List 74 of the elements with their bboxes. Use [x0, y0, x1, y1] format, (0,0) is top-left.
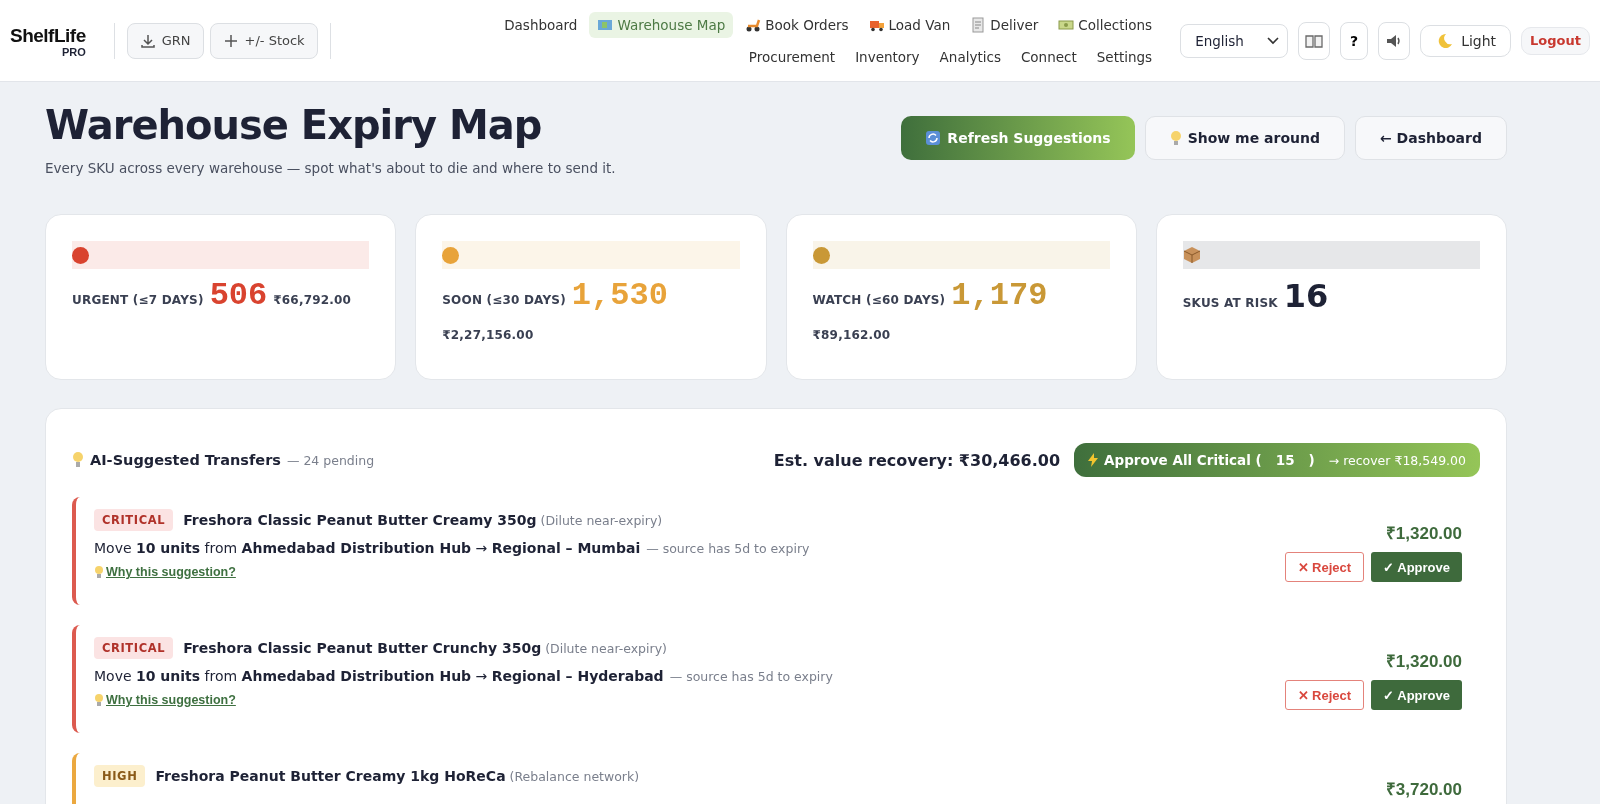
- help-button[interactable]: ?: [1340, 21, 1369, 60]
- logout-button[interactable]: Logout: [1521, 26, 1590, 55]
- nav-item[interactable]: Settings: [1088, 43, 1161, 70]
- refresh-icon: [925, 130, 942, 146]
- stat-amount: ₹89,162.00: [812, 328, 891, 342]
- stat-value: 1,530: [571, 277, 668, 314]
- severity-badge: CRITICAL: [94, 637, 174, 659]
- chevron-down-icon: [1267, 36, 1280, 45]
- stat-label: SKUS AT RISK: [1182, 296, 1278, 310]
- stat-value: 16: [1283, 277, 1329, 315]
- theme-toggle[interactable]: Light: [1420, 24, 1512, 57]
- guide-button[interactable]: [1298, 21, 1331, 60]
- language-select[interactable]: English: [1180, 23, 1289, 58]
- lightbulb-icon: [94, 693, 104, 707]
- transfer-value: ₹1,320.00: [1385, 651, 1462, 672]
- lightbulb-icon: [72, 451, 84, 469]
- product-name: Freshora Classic Peanut Butter Creamy 350g: [183, 512, 537, 528]
- lightbulb-icon: [94, 565, 104, 579]
- transfer-route: Move 10 units from Ahmedabad Distribution Hub → Regional – Hyderabad: [94, 668, 664, 684]
- approve-button[interactable]: ✓ Approve: [1371, 680, 1462, 710]
- nav-item[interactable]: Connect: [1012, 43, 1085, 70]
- stat-label: URGENT (≤7 DAYS): [72, 293, 204, 307]
- plus-icon: [222, 32, 239, 49]
- back-button[interactable]: ← Dashboard: [1355, 116, 1507, 160]
- refresh-button[interactable]: Refresh Suggestions: [901, 116, 1135, 160]
- nav-item[interactable]: Dashboard: [496, 11, 586, 38]
- package-icon: [1182, 246, 1201, 264]
- value-recovery: Est. value recovery: ₹30,466.00: [773, 450, 1061, 470]
- severity-badge: HIGH: [94, 765, 146, 787]
- nav-item[interactable]: Collections: [1050, 11, 1161, 38]
- approve-button[interactable]: ✓ Approve: [1371, 552, 1462, 582]
- transfer-reason: (Dilute near-expiry): [540, 512, 663, 528]
- lightning-icon: [1088, 453, 1099, 467]
- nav-item[interactable]: Load Van: [860, 11, 959, 38]
- expiry-note: — source has 5d to expiry: [646, 541, 810, 556]
- stat-value: 506: [209, 277, 268, 314]
- nav-item[interactable]: Book Orders: [737, 11, 857, 38]
- download-icon: [139, 32, 156, 49]
- product-name: Freshora Classic Peanut Butter Crunchy 350g: [183, 640, 542, 656]
- sound-button[interactable]: [1378, 21, 1411, 60]
- expiry-note: — source has 5d to expiry: [669, 669, 833, 684]
- product-name: Freshora Peanut Butter Creamy 1kg HoReCa: [155, 768, 506, 784]
- severity-badge: CRITICAL: [94, 509, 174, 531]
- transfer-value: ₹3,720.00: [1385, 779, 1462, 800]
- reject-button[interactable]: ✕ Reject: [1284, 680, 1365, 710]
- transfer-route: Move 10 units from Ahmedabad Distribution Hub → Regional – Mumbai: [94, 540, 641, 556]
- why-suggestion-link[interactable]: Why this suggestion?: [94, 693, 236, 707]
- page-title: Warehouse Expiry Map: [45, 102, 543, 148]
- transfer-value: ₹1,320.00: [1385, 523, 1462, 544]
- transfer-reason: (Rebalance network): [509, 768, 640, 784]
- nav-item[interactable]: Deliver: [962, 11, 1047, 38]
- receipt-icon: [970, 16, 987, 33]
- section-title: AI-Suggested Transfers: [90, 452, 281, 468]
- tour-button[interactable]: Show me around: [1144, 116, 1345, 160]
- header-action-button[interactable]: +/- Stock: [209, 22, 318, 59]
- stat-label: WATCH (≤60 DAYS): [812, 293, 946, 307]
- stat-label: SOON (≤30 DAYS): [442, 293, 566, 307]
- nav-item[interactable]: Procurement: [740, 43, 844, 70]
- reject-button[interactable]: ✕ Reject: [1284, 552, 1365, 582]
- why-suggestion-link[interactable]: Why this suggestion?: [94, 565, 236, 579]
- pending-count: — 24 pending: [286, 452, 375, 468]
- stat-value: 1,179: [951, 277, 1048, 314]
- stat-amount: ₹2,27,156.00: [442, 328, 534, 342]
- nav-item[interactable]: Analytics: [931, 43, 1009, 70]
- header-action-button[interactable]: GRN: [126, 22, 204, 59]
- book-icon: [1305, 33, 1324, 48]
- nav-item[interactable]: Inventory: [847, 43, 928, 70]
- lightbulb-icon: [1169, 130, 1182, 146]
- approve-all-button[interactable]: Approve All Critical ( 15 ) → recover ₹18,549.00: [1074, 443, 1480, 477]
- page-subtitle: Every SKU across every warehouse — spot what's about to die and where to send it.: [45, 160, 616, 176]
- stat-amount: ₹66,792.00: [273, 293, 352, 307]
- transfer-reason: (Dilute near-expiry): [545, 640, 667, 656]
- nav-item[interactable]: Warehouse Map: [589, 11, 734, 38]
- logo: ShelfLife PRO: [10, 24, 86, 57]
